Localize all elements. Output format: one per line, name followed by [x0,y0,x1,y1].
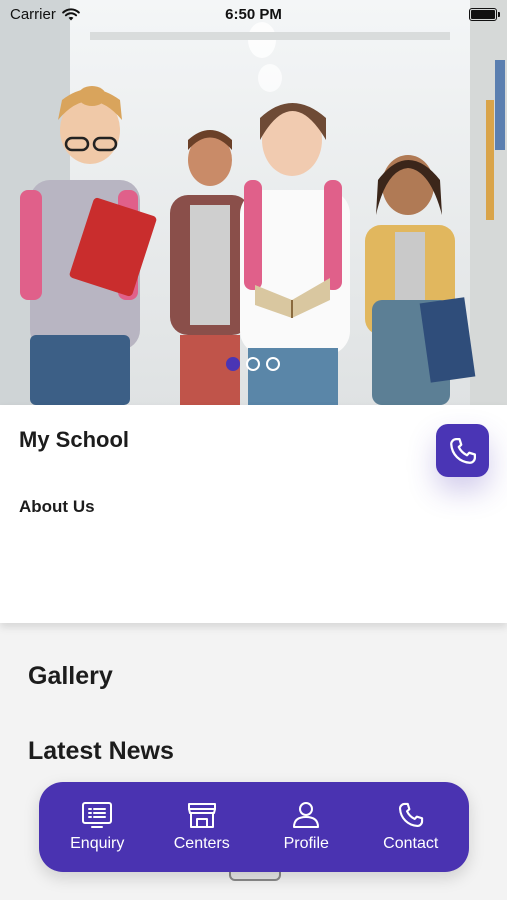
call-button[interactable] [436,424,489,477]
tab-enquiry[interactable]: Enquiry [47,801,147,853]
hero-carousel[interactable] [0,0,507,405]
hero-image [0,0,507,405]
battery-icon [469,7,500,21]
latest-news-heading: Latest News [28,737,174,765]
tab-contact[interactable]: Contact [361,801,461,853]
carousel-dot[interactable] [226,357,240,371]
tab-profile[interactable]: Profile [256,801,356,853]
phone-icon [398,802,423,828]
school-name: My School [19,427,130,452]
clock: 6:50 PM [225,5,282,23]
list-board-icon [82,802,113,828]
tab-label: Enquiry [70,835,125,852]
wifi-icon [62,7,80,20]
person-icon [293,802,320,828]
carousel-dot[interactable] [266,357,280,371]
tab-label: Contact [383,835,439,852]
tab-label: Profile [283,835,329,852]
carrier-label: Carrier [10,5,56,23]
about-us-link[interactable]: About Us [19,497,95,517]
tab-label: Centers [173,835,230,852]
storefront-icon [187,803,216,828]
bottom-tab-bar: Enquiry Centers Profile Contact [39,782,469,872]
status-left: Carrier [10,6,80,23]
gallery-heading: Gallery [28,662,113,690]
school-info-card: My School About Us [0,405,507,623]
carousel-dot[interactable] [246,357,260,371]
tab-centers[interactable]: Centers [152,801,252,853]
status-bar: Carrier 6:50 PM [0,0,507,28]
carousel-indicator[interactable] [226,357,280,371]
phone-icon [449,437,476,464]
